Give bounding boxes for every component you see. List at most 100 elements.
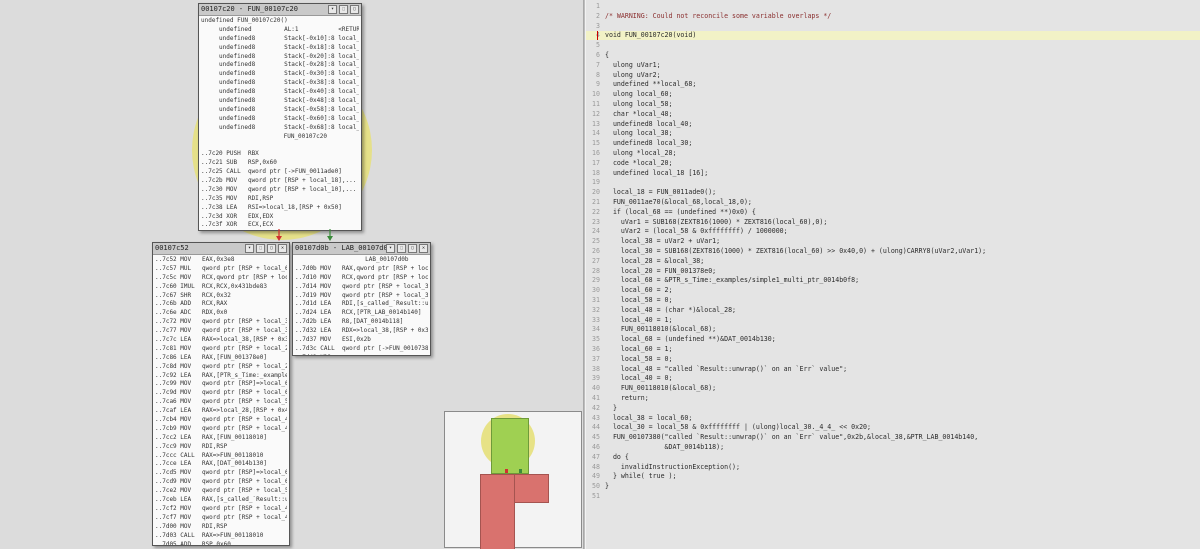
decompiler-line[interactable]: 1: [586, 2, 1200, 11]
decompiler-line[interactable]: 13 undefined8 local_40;: [586, 120, 1200, 129]
asm-line[interactable]: ..7ce2 MOV qword ptr [RSP + local_58],..…: [155, 487, 287, 496]
decompiler-line[interactable]: 19: [586, 178, 1200, 187]
asm-line[interactable]: ..7c6b ADD RCX,RAX: [155, 300, 287, 309]
asm-line[interactable]: ..7c6e ADC RDX,0x0: [155, 309, 287, 318]
asm-line[interactable]: ..7cd5 MOV qword ptr [RSP]=>local_68,...: [155, 469, 287, 478]
asm-line[interactable]: ..7d2b LEA R8,[DAT_0014b118]: [295, 318, 428, 327]
decompiler-line[interactable]: 41 return;: [586, 394, 1200, 403]
asm-line[interactable]: ..7cf2 MOV qword ptr [RSP + local_48],..…: [155, 505, 287, 514]
decompiler-line[interactable]: 28 local_20 = FUN_001378e0;: [586, 267, 1200, 276]
asm-line[interactable]: LAB_00107d0b: [295, 256, 428, 265]
code-block-branch[interactable]: 00107d0b - LAB_00107d0b ▾ ⬚ ▢ ✕ LAB_0010…: [292, 242, 431, 356]
asm-line[interactable]: ..7c5c MOV RCX,qword ptr [RSP + local...: [155, 274, 287, 283]
asm-line[interactable]: ..7c77 MOV qword ptr [RSP + local_30],..…: [155, 327, 287, 336]
decompiler-line[interactable]: 43 local_38 = local_60;: [586, 414, 1200, 423]
asm-line[interactable]: ..7d14 MOV qword ptr [RSP + local_38],..…: [295, 283, 428, 292]
restore-icon[interactable]: ⬚: [397, 244, 406, 253]
graph-minimap[interactable]: [444, 411, 582, 549]
decompiler-line[interactable]: 14 ulong local_38;: [586, 129, 1200, 138]
decompiler-line[interactable]: 8 ulong uVar2;: [586, 71, 1200, 80]
decompiler-line[interactable]: 27 local_28 = &local_38;: [586, 257, 1200, 266]
decompiler-line[interactable]: 25 local_38 = uVar2 + uVar1;: [586, 237, 1200, 246]
decompiler-line[interactable]: 22 if (local_68 == (undefined **)0x0) {: [586, 208, 1200, 217]
decompiler-line[interactable]: 11 ulong local_58;: [586, 100, 1200, 109]
decompiler-line[interactable]: 48 invalidInstructionException();: [586, 463, 1200, 472]
decompiler-line[interactable]: 4 void FUN_00107c20(void): [586, 31, 1200, 40]
asm-line[interactable]: ..7c81 MOV qword ptr [RSP + local_28],..…: [155, 345, 287, 354]
asm-line[interactable]: ..7d10 MOV RCX,qword ptr [RSP + local...: [295, 274, 428, 283]
asm-line[interactable]: ..7d00 MOV RDI,RSP: [155, 523, 287, 532]
asm-line[interactable]: ..7d32 LEA RDX=>local_38,[RSP + 0x30]: [295, 327, 428, 336]
decompiler-line[interactable]: 32 local_48 = (char *)&local_28;: [586, 306, 1200, 315]
decompiler-line[interactable]: 17 code *local_20;: [586, 159, 1200, 168]
asm-line[interactable]: ..7c86 LEA RAX,[FUN_001378e0]: [155, 354, 287, 363]
asm-line[interactable]: ..7d05 ADD RSP,0x60: [155, 541, 287, 546]
decompiler-line[interactable]: 21 FUN_0011ae70(&local_68,local_18,0);: [586, 198, 1200, 207]
decompiler-line[interactable]: 10 ulong local_60;: [586, 90, 1200, 99]
asm-line[interactable]: ..7d3c CALL qword ptr [->FUN_00107380]: [295, 345, 428, 354]
decompiler-line[interactable]: 30 local_60 = 2;: [586, 286, 1200, 295]
decompiler-line[interactable]: 42 }: [586, 404, 1200, 413]
asm-line[interactable]: ..7cb9 MOV qword ptr [RSP + local_40],..…: [155, 425, 287, 434]
decompiler-line[interactable]: 6{: [586, 51, 1200, 60]
decompiler-line[interactable]: 45 FUN_00107380("called `Result::unwrap(…: [586, 433, 1200, 442]
decompiler-line[interactable]: 24 uVar2 = (local_58 & 0xffffffff) / 100…: [586, 227, 1200, 236]
asm-line[interactable]: ..7cce LEA RAX,[DAT_0014b130]: [155, 460, 287, 469]
decompiler-line[interactable]: 33 local_40 = 1;: [586, 316, 1200, 325]
asm-line[interactable]: ..7c57 MUL qword ptr [RSP + local_60]: [155, 265, 287, 274]
asm-line[interactable]: ..7d19 MOV qword ptr [RSP + local_30],..…: [295, 292, 428, 301]
asm-line[interactable]: ..7cc9 MOV RDI,RSP: [155, 443, 287, 452]
asm-line[interactable]: ..7d03 CALL RAX=>FUN_00118010: [155, 532, 287, 541]
asm-line[interactable]: ..7cc2 LEA RAX,[FUN_00118010]: [155, 434, 287, 443]
decompiler-line[interactable]: 49 } while( true );: [586, 472, 1200, 481]
decompiler-line[interactable]: 16 ulong *local_28;: [586, 149, 1200, 158]
code-block-fallthrough[interactable]: 00107c52 ▾ ⬚ ▢ ✕ ..7c52 MOV EAX,0x3e8 ..7…: [152, 242, 290, 546]
decompiler-line[interactable]: 23 uVar1 = SUB168(ZEXT816(1000) * ZEXT81…: [586, 218, 1200, 227]
decompiler-line[interactable]: 26 local_30 = SUB168(ZEXT816(1000) * ZEX…: [586, 247, 1200, 256]
decompiler-line[interactable]: 37 local_58 = 0;: [586, 355, 1200, 364]
decompiler-line[interactable]: 50}: [586, 482, 1200, 491]
decompiler-line[interactable]: 36 local_60 = 1;: [586, 345, 1200, 354]
close-icon[interactable]: ✕: [278, 244, 287, 253]
decompiler-line[interactable]: 31 local_58 = 0;: [586, 296, 1200, 305]
menu-icon[interactable]: ▾: [386, 244, 395, 253]
restore-icon[interactable]: ⬚: [256, 244, 265, 253]
decompiler-line[interactable]: 35 local_68 = (undefined **)&DAT_0014b13…: [586, 335, 1200, 344]
asm-line[interactable]: ..7d24 LEA RCX,[PTR_LAB_0014b140]: [295, 309, 428, 318]
decompiler-line[interactable]: 9 undefined **local_68;: [586, 80, 1200, 89]
decompiler-line[interactable]: 5: [586, 41, 1200, 50]
maximize-icon[interactable]: ▢: [408, 244, 417, 253]
decompiler-line[interactable]: 39 local_40 = 0;: [586, 374, 1200, 383]
menu-icon[interactable]: ▾: [245, 244, 254, 253]
decompiler-line[interactable]: 2 /* WARNING: Could not reconcile some va…: [586, 12, 1200, 21]
asm-line[interactable]: ..7cf7 MOV qword ptr [RSP + local_40],..…: [155, 514, 287, 523]
asm-line[interactable]: ..7d0b MOV RAX,qword ptr [RSP + local...: [295, 265, 428, 274]
decompiler-panel[interactable]: 1 2 /* WARNING: Could not reconcile some v…: [586, 0, 1200, 549]
decompiler-line[interactable]: 7 ulong uVar1;: [586, 61, 1200, 70]
asm-line[interactable]: ..7c8d MOV qword ptr [RSP + local_20],..…: [155, 363, 287, 372]
decompiler-line[interactable]: 46 &DAT_0014b118);: [586, 443, 1200, 452]
close-icon[interactable]: ✕: [419, 244, 428, 253]
decompiler-line[interactable]: 38 local_48 = "called `Result::unwrap()`…: [586, 365, 1200, 374]
asm-line[interactable]: ..7c72 MOV qword ptr [RSP + local_38],..…: [155, 318, 287, 327]
decompiler-line[interactable]: 40 FUN_00118010(&local_68);: [586, 384, 1200, 393]
decompiler-line[interactable]: 12 char *local_48;: [586, 110, 1200, 119]
asm-line[interactable]: ..7d37 MOV ESI,0x2b: [295, 336, 428, 345]
asm-line[interactable]: ..7ccc CALL RAX=>FUN_00118010: [155, 452, 287, 461]
function-graph-panel[interactable]: 00107c20 - FUN_00107c20 ▾ ⬚ ▢ undefined …: [0, 0, 583, 549]
asm-line[interactable]: ..7ca6 MOV qword ptr [RSP + local_58],..…: [155, 398, 287, 407]
decompiler-line[interactable]: 47 do {: [586, 453, 1200, 462]
asm-line[interactable]: ..7ceb LEA RAX,[s_called_`Result::unw...: [155, 496, 287, 505]
decompiler-line[interactable]: 20 local_18 = FUN_0011ade0();: [586, 188, 1200, 197]
asm-line[interactable]: ..7caf LEA RAX=>local_28,[RSP + 0x40]: [155, 407, 287, 416]
decompiler-line[interactable]: 51: [586, 492, 1200, 501]
asm-line[interactable]: ..7cd9 MOV qword ptr [RSP + local_60],..…: [155, 478, 287, 487]
decompiler-line[interactable]: 18 undefined local_18 [16];: [586, 169, 1200, 178]
decompiler-line[interactable]: 3: [586, 22, 1200, 31]
asm-line[interactable]: ..7c9d MOV qword ptr [RSP + local_60],..…: [155, 389, 287, 398]
decompiler-line[interactable]: 29 local_68 = &PTR_s_Time:_examples/simp…: [586, 276, 1200, 285]
asm-line[interactable]: ..7c60 IMUL RCX,RCX,0x431bde83: [155, 283, 287, 292]
asm-line[interactable]: ..7d42 UD2: [295, 354, 428, 355]
decompiler-line[interactable]: 15 undefined8 local_30;: [586, 139, 1200, 148]
decompiler-line[interactable]: 44 local_30 = local_58 & 0xffffffff | (u…: [586, 423, 1200, 432]
